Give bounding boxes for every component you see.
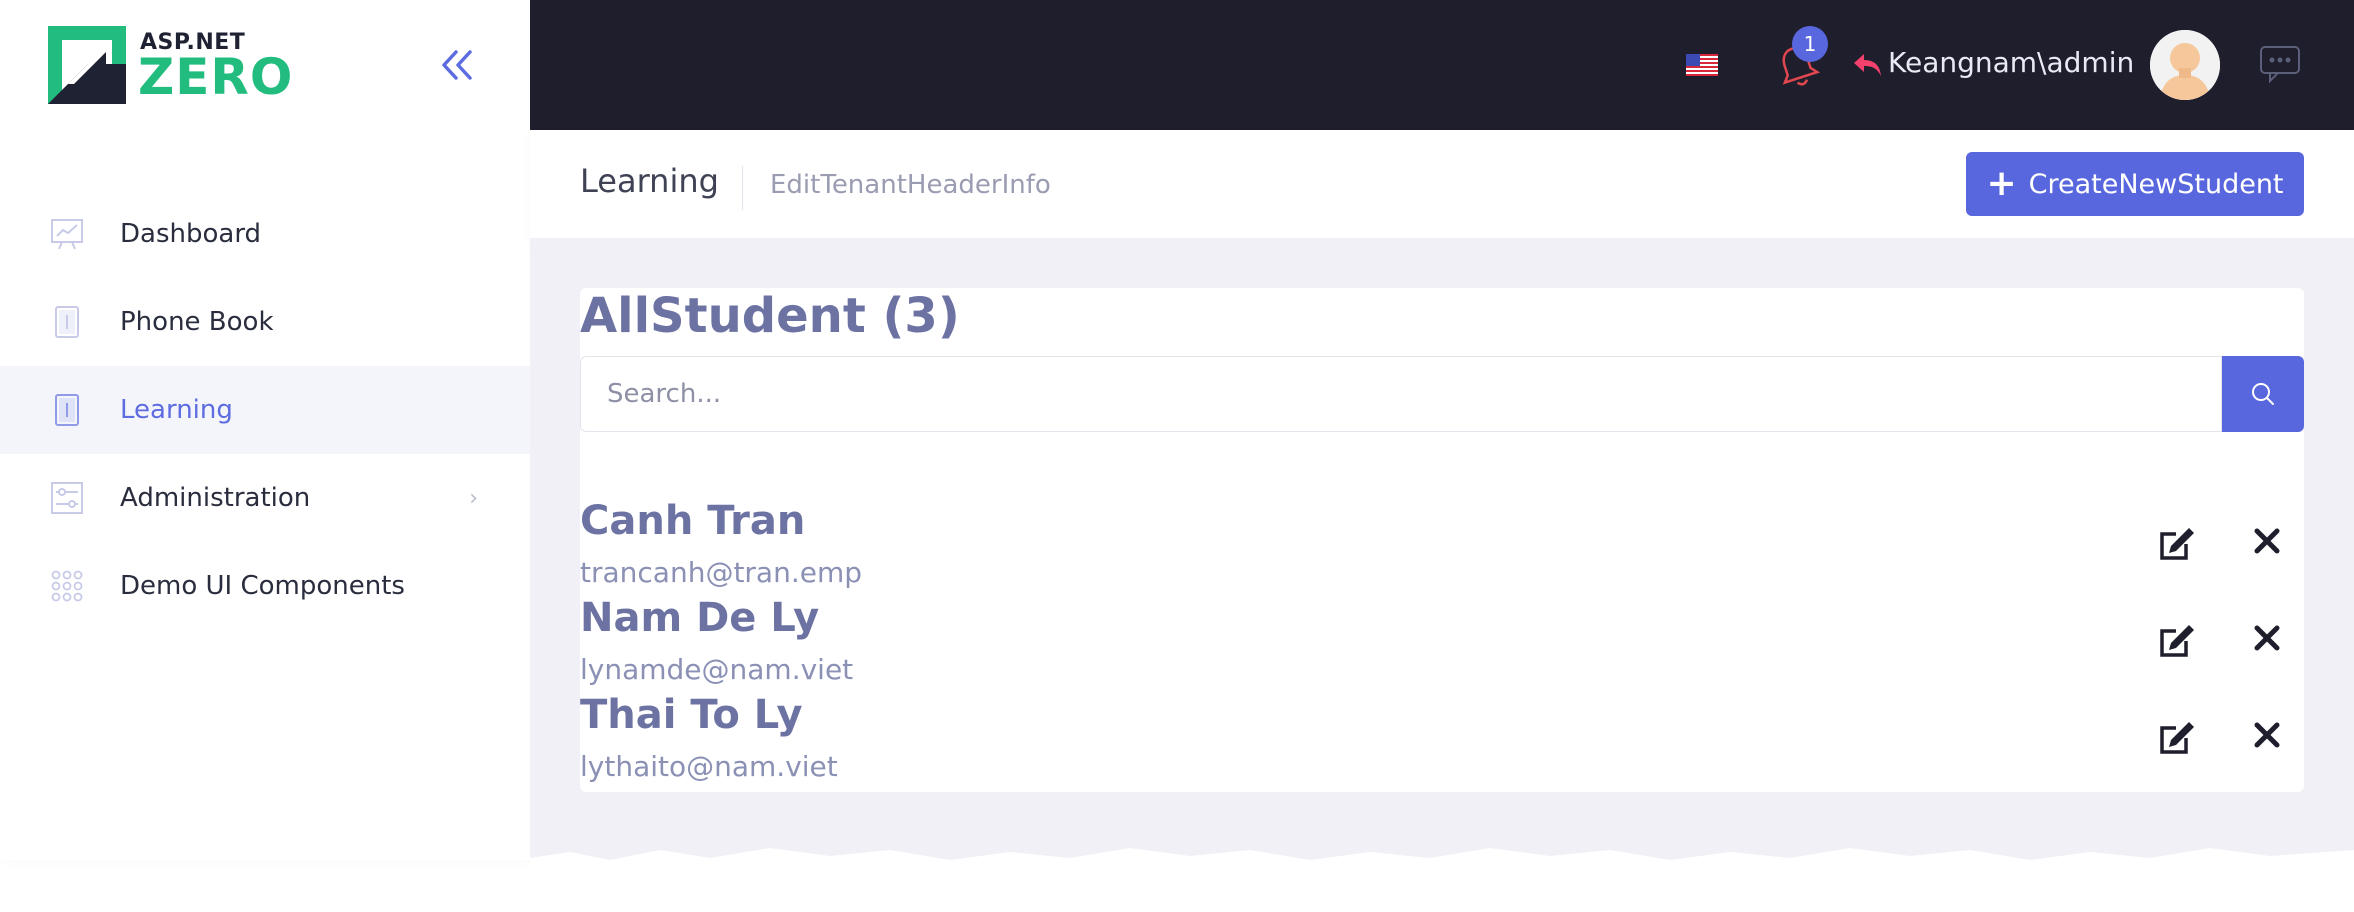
brand-logo[interactable]: ASP.NET ZERO — [48, 26, 292, 106]
back-to-impersonator-icon[interactable] — [1850, 48, 1886, 82]
search-button[interactable] — [2222, 356, 2304, 432]
list-item: Canh Tran trancanh@tran.emp — [580, 498, 2304, 595]
search-input[interactable] — [580, 356, 2222, 432]
student-name: Thai To Ly — [580, 692, 803, 738]
brand-bottom-text: ZERO — [138, 48, 294, 106]
card-title: AllStudent (3) — [580, 288, 960, 344]
topbar: 1 Keangnam\admin — [530, 0, 2354, 130]
close-icon[interactable] — [2250, 718, 2284, 752]
collapse-sidebar-icon[interactable] — [436, 44, 478, 86]
close-icon[interactable] — [2250, 524, 2284, 558]
sidebar-item-administration[interactable]: Administration › — [0, 454, 530, 542]
breadcrumb-divider — [742, 166, 743, 210]
notification-badge[interactable]: 1 — [1792, 26, 1828, 62]
create-new-student-button[interactable]: + CreateNewStudent — [1966, 152, 2304, 216]
sidebar-item-dashboard[interactable]: Dashboard — [0, 190, 530, 278]
avatar[interactable] — [2150, 30, 2220, 100]
student-card: AllStudent (3) Canh Tran trancanh@tran.e… — [580, 288, 2304, 792]
list-item: Nam De Ly lynamde@nam.viet — [580, 595, 2304, 692]
page-subtitle: EditTenantHeaderInfo — [770, 170, 1051, 200]
sidebar-item-label: Demo UI Components — [120, 571, 405, 601]
student-name: Canh Tran — [580, 498, 806, 544]
torn-edge — [530, 848, 2354, 878]
chart-icon — [50, 217, 84, 251]
student-list: Canh Tran trancanh@tran.emp Nam De Ly ly… — [580, 498, 2304, 789]
grid-icon — [50, 569, 84, 603]
sidebar-item-label: Administration — [120, 483, 311, 513]
create-new-student-label: CreateNewStudent — [2028, 168, 2284, 200]
plus-icon: + — [1986, 163, 2017, 204]
sidebar-item-phone-book[interactable]: Phone Book — [0, 278, 530, 366]
sidebar-item-label: Learning — [120, 395, 233, 425]
close-icon[interactable] — [2250, 621, 2284, 655]
list-item: Thai To Ly lythaito@nam.viet — [580, 692, 2304, 789]
subheader: Learning EditTenantHeaderInfo + CreateNe… — [530, 130, 2354, 238]
search-group — [580, 356, 2304, 432]
sidebar-item-demo-ui-components[interactable]: Demo UI Components — [0, 542, 530, 630]
book-icon — [50, 393, 84, 427]
sidebar: ASP.NET ZERO Dashboard Phone Book Learni… — [0, 0, 530, 860]
sliders-icon — [50, 481, 84, 515]
edit-icon[interactable] — [2156, 524, 2196, 564]
book-icon — [50, 305, 84, 339]
page-title: Learning — [580, 162, 719, 200]
us-flag-icon[interactable] — [1686, 54, 1718, 76]
chevron-right-icon: › — [469, 486, 478, 511]
student-email: lythaito@nam.viet — [580, 750, 838, 783]
logo-mark-icon — [48, 26, 126, 104]
sidebar-item-learning[interactable]: Learning — [0, 366, 530, 454]
student-email: lynamde@nam.viet — [580, 653, 854, 686]
sidebar-item-label: Dashboard — [120, 219, 262, 249]
edit-icon[interactable] — [2156, 621, 2196, 661]
sidebar-menu: Dashboard Phone Book Learning Administra… — [0, 190, 530, 630]
search-icon — [2252, 383, 2274, 405]
edit-icon[interactable] — [2156, 718, 2196, 758]
chat-icon[interactable] — [2258, 44, 2302, 84]
student-email: trancanh@tran.emp — [580, 556, 863, 589]
student-name: Nam De Ly — [580, 595, 820, 641]
user-name[interactable]: Keangnam\admin — [1888, 46, 2134, 79]
sidebar-item-label: Phone Book — [120, 307, 274, 337]
